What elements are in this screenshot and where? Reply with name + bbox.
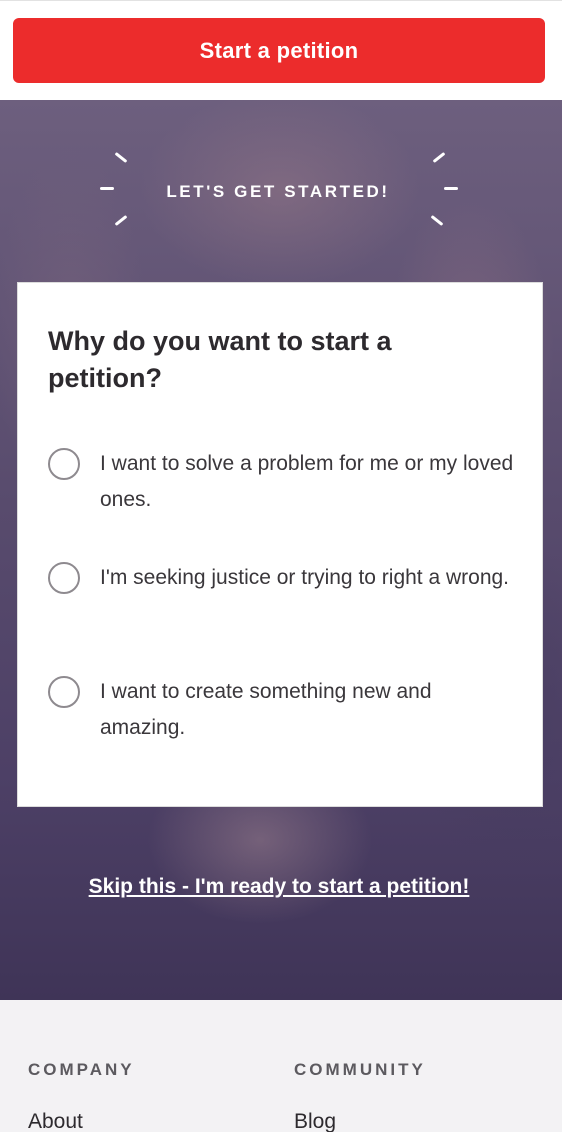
burst-ray [114, 215, 128, 226]
footer-link-blog[interactable]: Blog [294, 1110, 336, 1132]
radio-button[interactable] [48, 448, 80, 480]
radio-button[interactable] [48, 676, 80, 708]
survey-option-problem[interactable]: I want to solve a problem for me or my l… [48, 448, 518, 538]
footer-heading-community: COMMUNITY [294, 1060, 426, 1079]
burst-ray [114, 152, 128, 163]
survey-question: Why do you want to start a petition? [48, 326, 392, 393]
footer: COMPANY About COMMUNITY Blog [0, 1000, 562, 1132]
survey-option-label: I want to solve a problem for me or my l… [100, 452, 514, 511]
survey-option-create[interactable]: I want to create something new and amazi… [48, 676, 518, 766]
survey-option-justice[interactable]: I'm seeking justice or trying to right a… [48, 562, 518, 652]
burst-ray [430, 215, 444, 226]
hero-section: LET'S GET STARTED! Why do you want to st… [0, 100, 562, 1000]
hero-title: LET'S GET STARTED! [166, 182, 390, 201]
survey-option-label: I'm seeking justice or trying to right a… [100, 566, 510, 589]
burst-ray [432, 152, 446, 163]
footer-heading-company: COMPANY [28, 1060, 135, 1079]
footer-link-about[interactable]: About [28, 1110, 83, 1132]
survey-option-label: I want to create something new and amazi… [100, 680, 432, 739]
skip-link[interactable]: Skip this - I'm ready to start a petitio… [0, 875, 558, 899]
top-bar: Start a petition [0, 0, 562, 100]
radio-button[interactable] [48, 562, 80, 594]
start-petition-button[interactable]: Start a petition [13, 18, 545, 83]
survey-card: Why do you want to start a petition? I w… [17, 282, 543, 807]
